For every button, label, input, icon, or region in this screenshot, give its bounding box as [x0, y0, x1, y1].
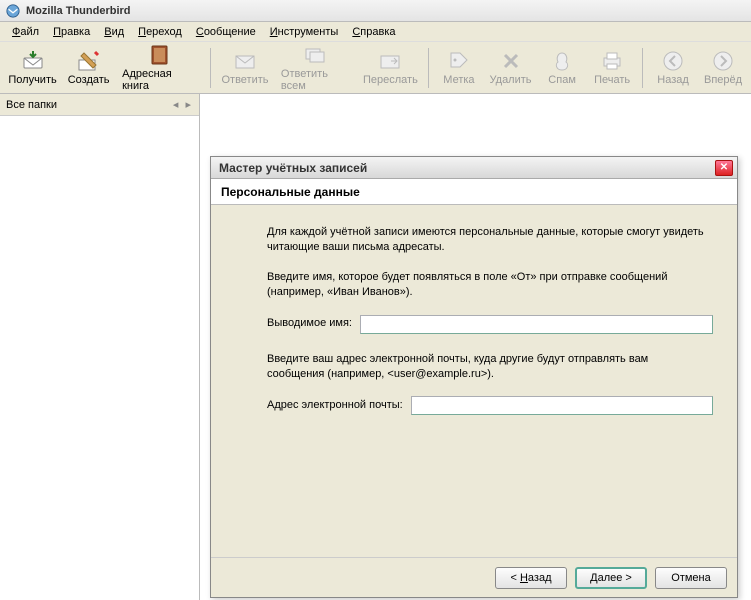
app-icon [6, 4, 20, 18]
wizard-close-button[interactable]: ✕ [715, 160, 733, 176]
menu-help[interactable]: Справка [346, 24, 401, 40]
folder-nav-arrows[interactable]: ◂ ▸ [173, 98, 193, 111]
wizard-body: Для каждой учётной записи имеются персон… [211, 205, 737, 557]
print-icon [601, 50, 623, 72]
toolbar-addressbook-label: Адресная книга [122, 68, 198, 92]
close-icon: ✕ [720, 163, 728, 173]
forward-icon [379, 50, 401, 72]
toolbar-separator [428, 48, 429, 88]
toolbar-create-label: Создать [68, 74, 110, 86]
toolbar-nav-forward-label: Вперёд [704, 74, 742, 86]
folder-pane: Все папки ◂ ▸ [0, 94, 200, 600]
folder-pane-header: Все папки ◂ ▸ [0, 94, 199, 116]
account-wizard-dialog: Мастер учётных записей ✕ Персональные да… [210, 156, 738, 598]
toolbar-junk[interactable]: Спам [538, 44, 586, 92]
toolbar-tag-label: Метка [443, 74, 474, 86]
toolbar-delete[interactable]: Удалить [485, 44, 536, 92]
nav-back-icon [662, 50, 684, 72]
wizard-name-instruction: Введите имя, которое будет появляться в … [267, 270, 707, 301]
toolbar-reply[interactable]: Ответить [217, 44, 273, 92]
wizard-titlebar: Мастер учётных записей ✕ [211, 157, 737, 179]
toolbar-create[interactable]: Создать [63, 44, 114, 92]
reply-icon [234, 50, 256, 72]
folder-heading: Все папки [6, 99, 57, 111]
menubar: Файл Правка Вид Переход Сообщение Инстру… [0, 22, 751, 42]
wizard-subtitle: Персональные данные [211, 179, 737, 205]
display-name-label: Выводимое имя: [267, 316, 352, 331]
email-input[interactable] [411, 396, 713, 415]
compose-icon [78, 50, 100, 72]
wizard-back-button[interactable]: < Назад [495, 567, 567, 589]
toolbar-nav-back[interactable]: Назад [649, 44, 697, 92]
wizard-intro-text: Для каждой учётной записи имеются персон… [267, 225, 707, 256]
toolbar-separator [210, 48, 211, 88]
message-pane: Мастер учётных записей ✕ Персональные да… [200, 94, 751, 600]
toolbar-print[interactable]: Печать [588, 44, 636, 92]
toolbar-reply-label: Ответить [221, 74, 268, 86]
tag-icon [448, 50, 470, 72]
menu-go[interactable]: Переход [132, 24, 188, 40]
content-area: Все папки ◂ ▸ Мастер учётных записей ✕ П… [0, 94, 751, 600]
menu-edit[interactable]: Правка [47, 24, 96, 40]
mail-get-icon [22, 50, 44, 72]
toolbar-replyall-label: Ответить всем [281, 68, 351, 92]
nav-forward-icon [712, 50, 734, 72]
toolbar-print-label: Печать [594, 74, 630, 86]
junk-icon [551, 50, 573, 72]
menu-message[interactable]: Сообщение [190, 24, 262, 40]
toolbar-replyall[interactable]: Ответить всем [275, 44, 357, 92]
toolbar-delete-label: Удалить [490, 74, 532, 86]
wizard-cancel-button[interactable]: Отмена [655, 567, 727, 589]
toolbar-get-label: Получить [8, 74, 56, 86]
addressbook-icon [149, 44, 171, 66]
menu-file[interactable]: Файл [6, 24, 45, 40]
wizard-email-instruction: Введите ваш адрес электронной почты, куд… [267, 352, 707, 383]
display-name-input[interactable] [360, 315, 713, 334]
toolbar-nav-forward[interactable]: Вперёд [699, 44, 747, 92]
window-title: Mozilla Thunderbird [26, 5, 131, 17]
toolbar-forward[interactable]: Переслать [359, 44, 422, 92]
wizard-next-button[interactable]: Далее > [575, 567, 647, 589]
toolbar-nav-back-label: Назад [657, 74, 689, 86]
toolbar-get[interactable]: Получить [4, 44, 61, 92]
toolbar-tag[interactable]: Метка [435, 44, 483, 92]
wizard-title: Мастер учётных записей [219, 161, 367, 175]
toolbar-forward-label: Переслать [363, 74, 418, 86]
menu-tools[interactable]: Инструменты [264, 24, 345, 40]
window-titlebar: Mozilla Thunderbird [0, 0, 751, 22]
replyall-icon [305, 44, 327, 66]
toolbar-separator [642, 48, 643, 88]
wizard-button-bar: < Назад Далее > Отмена [211, 557, 737, 597]
toolbar-addressbook[interactable]: Адресная книга [116, 44, 204, 92]
toolbar-junk-label: Спам [548, 74, 576, 86]
menu-view[interactable]: Вид [98, 24, 130, 40]
delete-icon [500, 50, 522, 72]
toolbar: Получить Создать Адресная книга Ответить… [0, 42, 751, 94]
email-label: Адрес электронной почты: [267, 398, 403, 413]
